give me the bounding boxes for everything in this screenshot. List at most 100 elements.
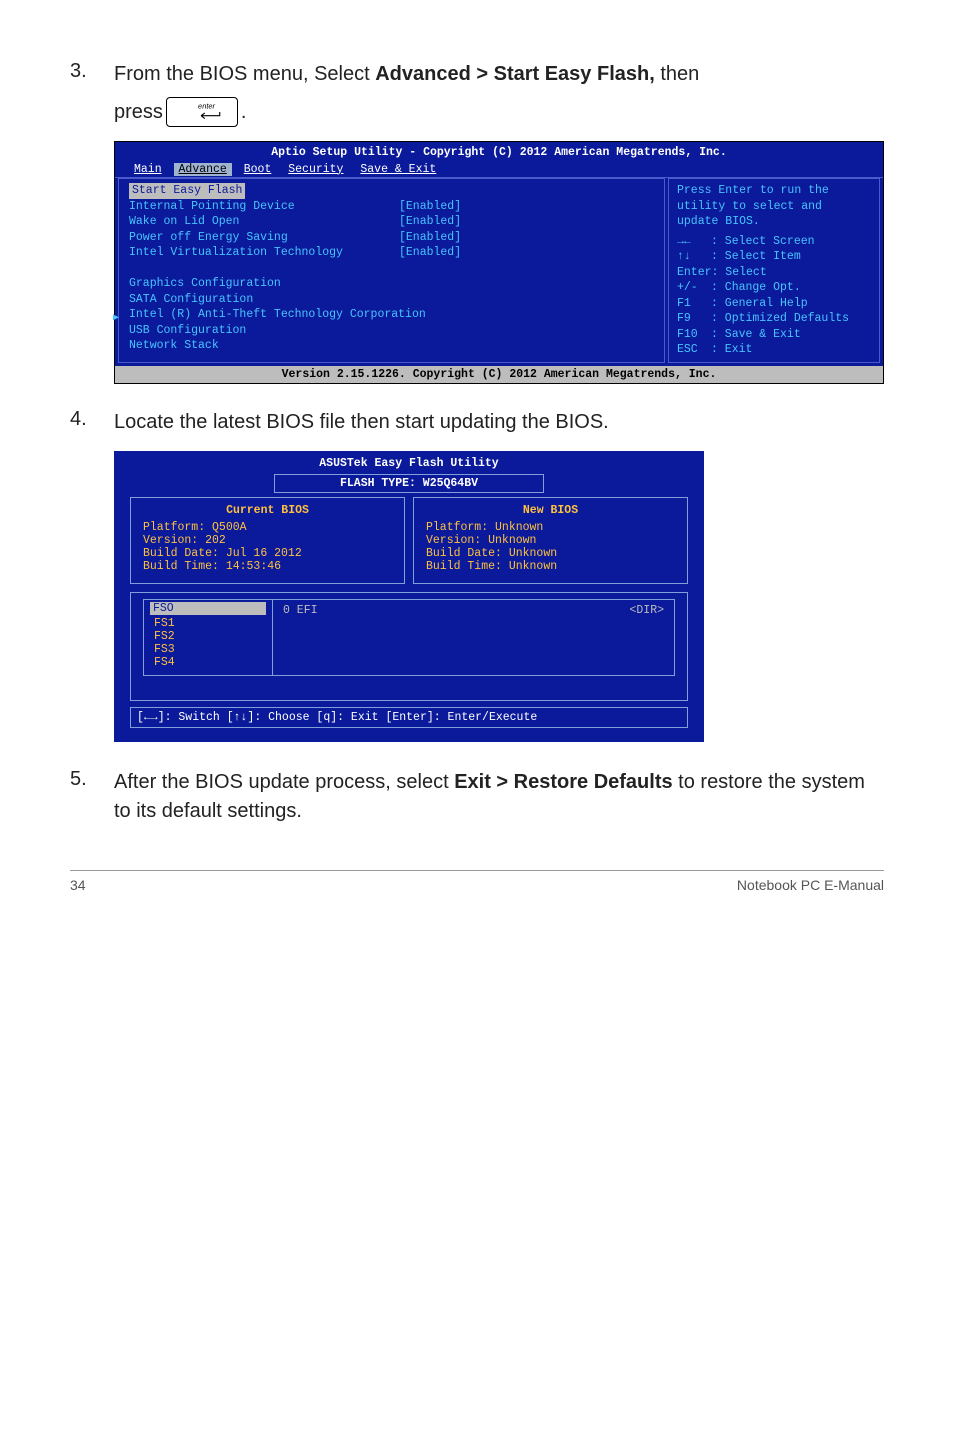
fs-item: FS2: [154, 630, 262, 643]
flash-bios-boxes: Current BIOS Platform: Q500A Version: 20…: [130, 497, 688, 584]
key-hint: +/-: Change Opt.: [677, 280, 871, 296]
bios-option: Internal Pointing Device[Enabled]: [129, 199, 654, 215]
key: +/-: [677, 280, 711, 296]
key-desc: : Save & Exit: [711, 328, 801, 341]
enter-key-icon: enter: [166, 97, 238, 127]
page-number: 34: [70, 877, 86, 893]
footer-label: Notebook PC E-Manual: [737, 877, 884, 893]
option-value: [Enabled]: [399, 214, 461, 230]
key-desc: : Select Screen: [711, 235, 815, 248]
key: F9: [677, 311, 711, 327]
fs-item: FS1: [154, 617, 262, 630]
step-5: 5. After the BIOS update process, select…: [70, 768, 884, 826]
bios-tabs: Main Advance Boot Security Save & Exit: [115, 161, 883, 178]
bios-link: Graphics Configuration: [129, 276, 654, 292]
key-hint: Enter: Select: [677, 265, 871, 281]
key: F10: [677, 327, 711, 343]
bios-right-panel: Press Enter to run the utility to select…: [668, 178, 880, 363]
step-text: From the BIOS menu, Select Advanced > St…: [114, 60, 884, 127]
tab-main: Main: [129, 163, 167, 176]
bios-link: USB Configuration: [129, 323, 654, 339]
tab-save-exit: Save & Exit: [355, 163, 441, 176]
cursor-icon: ▶: [113, 312, 119, 326]
bios-title: Aptio Setup Utility - Copyright (C) 2012…: [115, 142, 883, 161]
step-text: Locate the latest BIOS file then start u…: [114, 408, 884, 437]
bios-field: Platform: Q500A: [143, 521, 392, 534]
item-start-easy-flash: Start Easy Flash: [129, 183, 245, 199]
text-fragment: After the BIOS update process, select: [114, 771, 454, 793]
bios-option: Wake on Lid Open[Enabled]: [129, 214, 654, 230]
key-hint: F1: General Help: [677, 296, 871, 312]
svg-text:enter: enter: [198, 101, 216, 110]
option-label: Intel Virtualization Technology: [129, 245, 399, 261]
page-footer: 34 Notebook PC E-Manual: [70, 870, 884, 893]
key: →←: [677, 234, 711, 250]
bios-link: Intel (R) Anti-Theft Technology Corporat…: [129, 307, 654, 323]
text-bold: Exit > Restore Defaults: [454, 771, 672, 793]
key-hint: →←: Select Screen: [677, 234, 871, 250]
key-hint: F9: Optimized Defaults: [677, 311, 871, 327]
new-bios-head: New BIOS: [426, 504, 675, 517]
bios-link: Network Stack: [129, 338, 654, 354]
bios-field: Build Date: Unknown: [426, 547, 675, 560]
tab-advance: Advance: [174, 163, 232, 176]
option-label: Internal Pointing Device: [129, 199, 399, 215]
bios-field: Build Date: Jul 16 2012: [143, 547, 392, 560]
key-desc: Enter: Select: [677, 266, 767, 279]
key-hint: ESC: Exit: [677, 342, 871, 358]
key-desc: : Select Item: [711, 250, 801, 263]
press-label: press: [114, 98, 163, 127]
press-row: press enter .: [114, 97, 884, 127]
step-4: 4. Locate the latest BIOS file then star…: [70, 408, 884, 437]
bios-option: Power off Energy Saving[Enabled]: [129, 230, 654, 246]
bios-link: SATA Configuration: [129, 292, 654, 308]
file-list: 0 EFI <DIR>: [273, 599, 675, 676]
help-line: Press Enter to run the: [677, 183, 871, 199]
help-text: Press Enter to run the utility to select…: [677, 183, 871, 230]
bios-field: Build Time: 14:53:46: [143, 560, 392, 573]
tab-security: Security: [283, 163, 348, 176]
period: .: [241, 98, 247, 127]
fs-selected: FSO: [150, 602, 266, 615]
fs-item: FS4: [154, 656, 262, 669]
key-desc: : Exit: [711, 343, 752, 356]
flash-instructions: [←→]: Switch [↑↓]: Choose [q]: Exit [Ent…: [130, 707, 688, 728]
key: ESC: [677, 342, 711, 358]
bios-screenshot: Aptio Setup Utility - Copyright (C) 2012…: [114, 141, 884, 384]
bios-body: ▶ Start Easy Flash Internal Pointing Dev…: [115, 177, 883, 366]
bios-option: Intel Virtualization Technology[Enabled]: [129, 245, 654, 261]
bios-footer: Version 2.15.1226. Copyright (C) 2012 Am…: [115, 366, 883, 384]
text-fragment: then: [655, 63, 699, 85]
flash-title: ASUSTek Easy Flash Utility: [114, 451, 704, 472]
help-line: utility to select and: [677, 199, 871, 215]
bios-field: Version: 202: [143, 534, 392, 547]
flash-file-browser: FSO FS1 FS2 FS3 FS4 0 EFI <DIR>: [130, 592, 688, 701]
step-number: 3.: [70, 60, 114, 127]
bios-field: Platform: Unknown: [426, 521, 675, 534]
bios-field: Build Time: Unknown: [426, 560, 675, 573]
key: F1: [677, 296, 711, 312]
text-fragment: From the BIOS menu, Select: [114, 63, 375, 85]
option-value: [Enabled]: [399, 230, 461, 246]
key-hints: →←: Select Screen ↑↓: Select Item Enter:…: [677, 234, 871, 358]
file-name: 0 EFI: [283, 604, 318, 669]
tab-boot: Boot: [239, 163, 277, 176]
step-text: After the BIOS update process, select Ex…: [114, 768, 884, 826]
current-bios-box: Current BIOS Platform: Q500A Version: 20…: [130, 497, 405, 584]
new-bios-box: New BIOS Platform: Unknown Version: Unkn…: [413, 497, 688, 584]
file-type: <DIR>: [629, 604, 664, 669]
key-hint: ↑↓: Select Item: [677, 249, 871, 265]
key-desc: : General Help: [711, 297, 808, 310]
key-desc: : Change Opt.: [711, 281, 801, 294]
step-number: 5.: [70, 768, 114, 826]
flash-type: FLASH TYPE: W25Q64BV: [274, 474, 544, 493]
step-number: 4.: [70, 408, 114, 437]
option-label: Wake on Lid Open: [129, 214, 399, 230]
key: ↑↓: [677, 249, 711, 265]
text-bold: Advanced > Start Easy Flash,: [375, 63, 655, 85]
step-3: 3. From the BIOS menu, Select Advanced >…: [70, 60, 884, 127]
flash-utility-screenshot: ASUSTek Easy Flash Utility FLASH TYPE: W…: [114, 451, 704, 742]
bios-left-panel: ▶ Start Easy Flash Internal Pointing Dev…: [118, 178, 665, 363]
option-label: Power off Energy Saving: [129, 230, 399, 246]
option-value: [Enabled]: [399, 199, 461, 215]
